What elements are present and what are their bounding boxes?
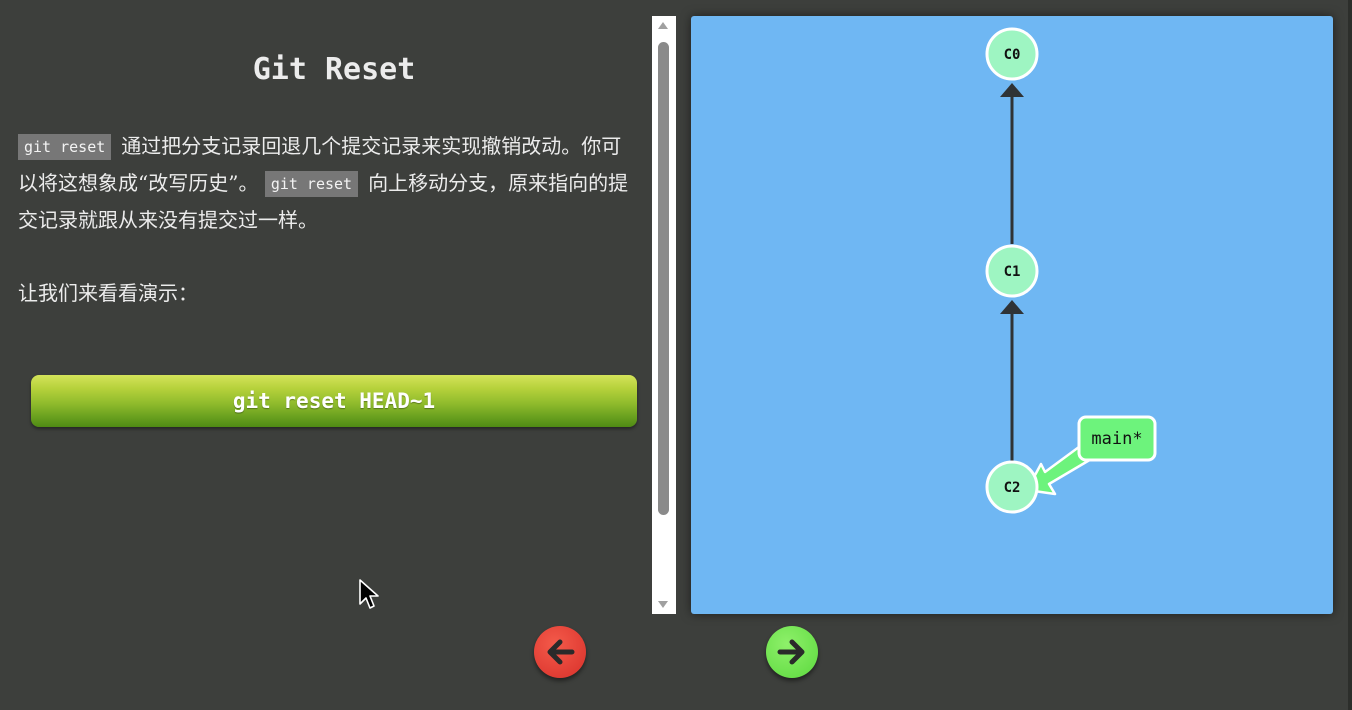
commit-node-c1[interactable]: C1 — [985, 244, 1039, 298]
scroll-down-arrow-icon[interactable] — [658, 601, 668, 608]
code-snippet-git-reset: git reset — [18, 134, 112, 160]
arrow-left-icon — [547, 639, 575, 665]
commit-label-c1: C1 — [1004, 264, 1021, 280]
git-graph-visualization: C0 C1 C2 main* — [691, 16, 1333, 614]
scroll-up-arrow-icon[interactable] — [658, 22, 668, 29]
commit-node-c0[interactable]: C0 — [985, 27, 1039, 81]
window-border — [1348, 0, 1352, 710]
code-snippet-git-reset-2: git reset — [264, 171, 359, 197]
commit-node-c2[interactable]: C2 — [985, 460, 1039, 514]
back-button[interactable] — [534, 626, 586, 678]
scroll-thumb[interactable] — [658, 42, 669, 515]
lesson-scrollbar[interactable] — [652, 16, 676, 614]
command-button[interactable]: git reset HEAD~1 — [31, 375, 637, 427]
edge-arrowhead-icon — [1000, 300, 1024, 314]
lesson-description: git reset 通过把分支记录回退几个提交记录来实现撤销改动。你可以将这想象成… — [18, 128, 640, 239]
demo-intro-text: 让我们来看看演示： — [18, 281, 198, 305]
lesson-title: Git Reset — [252, 52, 416, 87]
lesson-panel: Git Reset git reset 通过把分支记录回退几个提交记录来实现撤销改… — [0, 0, 652, 616]
arrow-right-icon — [777, 639, 805, 665]
forward-button[interactable] — [766, 626, 818, 678]
branch-label-main[interactable]: main* — [1077, 415, 1157, 462]
commit-label-c2: C2 — [1004, 480, 1021, 496]
branch-name: main* — [1091, 429, 1142, 449]
commit-label-c0: C0 — [1004, 47, 1021, 63]
mouse-cursor-icon — [358, 578, 382, 616]
edge-arrowhead-icon — [1000, 83, 1024, 97]
